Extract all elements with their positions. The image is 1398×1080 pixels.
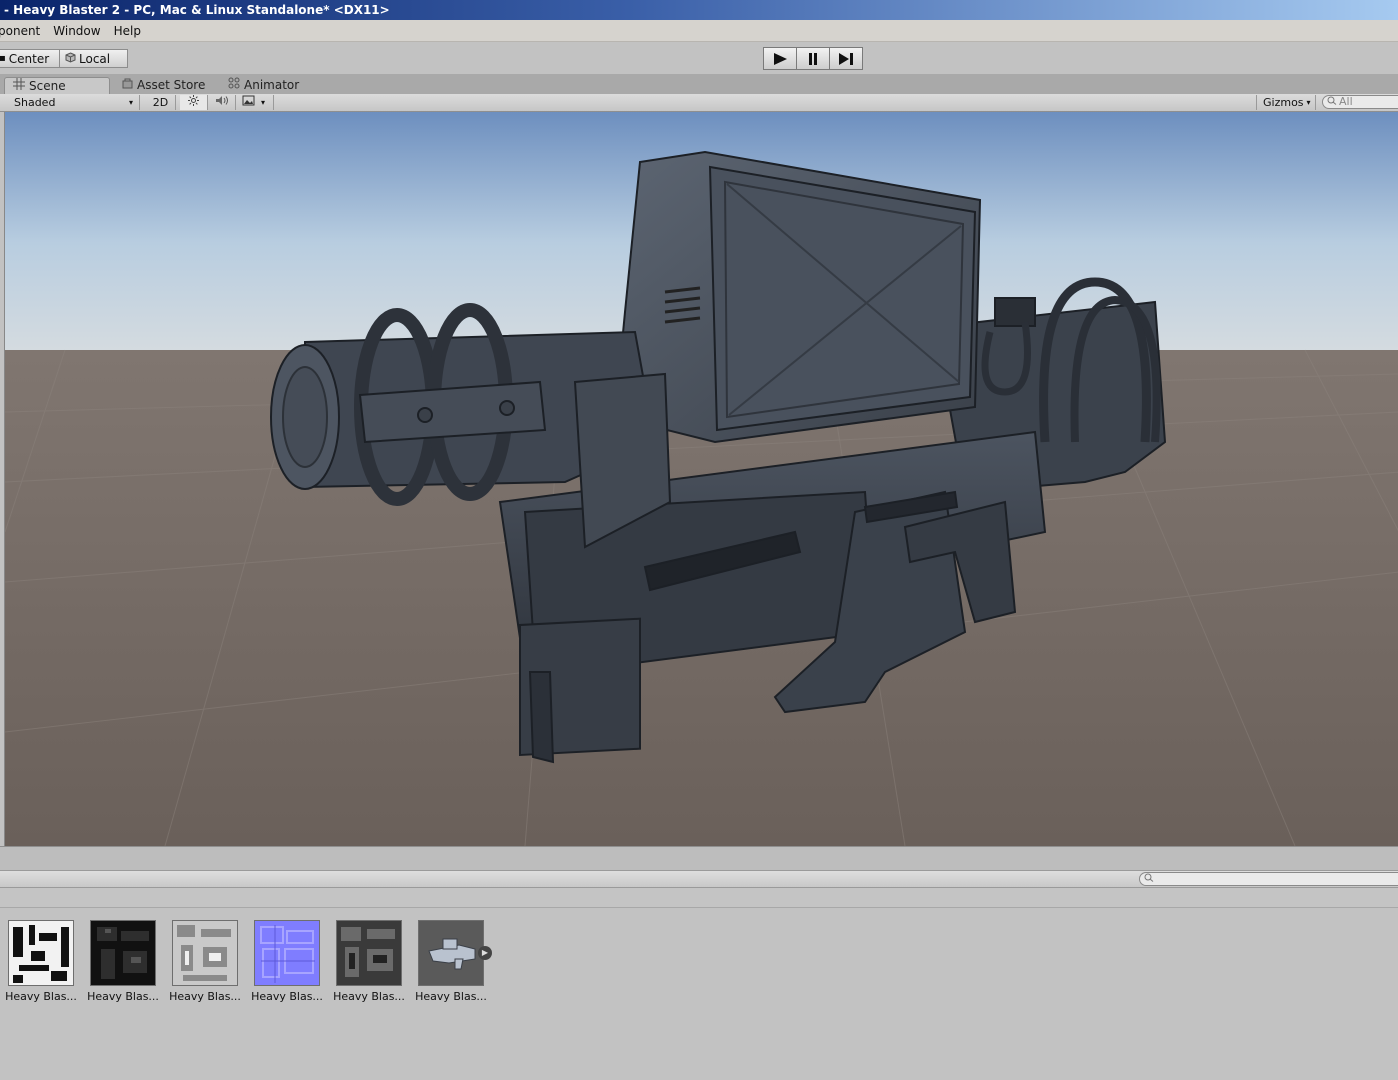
toggle-2d-label: 2D bbox=[152, 96, 169, 109]
roughness-texture-thumbnail bbox=[336, 920, 402, 986]
search-icon bbox=[1327, 96, 1337, 108]
effects-arrow-icon: ▾ bbox=[261, 98, 266, 107]
asset-label: Heavy Blas... bbox=[169, 990, 241, 1003]
project-breadcrumb-strip bbox=[0, 888, 1398, 908]
project-search-icon bbox=[1144, 873, 1154, 885]
main-toolbar: ▪ Center Local bbox=[0, 42, 1398, 74]
space-label: Local bbox=[79, 51, 111, 66]
lighting-toggle[interactable] bbox=[180, 95, 208, 110]
menu-help[interactable]: Help bbox=[114, 24, 141, 38]
editor-tabs: Scene Asset Store Animator bbox=[0, 74, 1398, 94]
asset-item[interactable]: Heavy Blas... bbox=[168, 920, 242, 1003]
project-search-input[interactable] bbox=[1139, 872, 1398, 886]
speaker-icon bbox=[215, 95, 229, 110]
scene-search-input[interactable]: All bbox=[1322, 95, 1398, 109]
store-icon bbox=[122, 77, 133, 94]
asset-label: Heavy Blas... bbox=[251, 990, 323, 1003]
tab-asset-store-label: Asset Store bbox=[137, 78, 206, 92]
animator-icon bbox=[228, 77, 240, 94]
asset-label: Heavy Blas... bbox=[87, 990, 159, 1003]
pivot-icon: ▪ bbox=[0, 52, 6, 64]
menu-bar: ponent Window Help bbox=[0, 20, 1398, 42]
pause-button[interactable] bbox=[796, 47, 830, 70]
normal-map-thumbnail bbox=[254, 920, 320, 986]
asset-label: Heavy Blas... bbox=[415, 990, 487, 1003]
gizmos-label: Gizmos bbox=[1263, 96, 1304, 109]
panel-divider[interactable] bbox=[0, 846, 1398, 870]
playback-controls bbox=[763, 47, 863, 70]
pivot-label: Center bbox=[8, 51, 50, 66]
asset-label: Heavy Blas... bbox=[333, 990, 405, 1003]
step-icon bbox=[839, 52, 853, 65]
toggle-2d-button[interactable]: 2D bbox=[146, 95, 176, 110]
draw-mode-label: Shaded bbox=[14, 96, 56, 109]
pivot-center-button[interactable]: ▪ Center bbox=[0, 49, 60, 68]
model-prefab-thumbnail bbox=[418, 920, 484, 986]
play-icon bbox=[774, 52, 787, 65]
space-local-button[interactable]: Local bbox=[59, 49, 128, 68]
asset-item[interactable]: Heavy Blas... bbox=[332, 920, 406, 1003]
asset-item[interactable]: Heavy Blas... bbox=[4, 920, 78, 1003]
tab-asset-store[interactable]: Asset Store bbox=[122, 77, 205, 94]
cube-icon bbox=[65, 50, 76, 68]
asset-item[interactable]: ▶ Heavy Blas... bbox=[414, 920, 492, 1003]
project-assets-grid: Heavy Blas... Heavy Blas... Heavy Blas..… bbox=[0, 908, 1398, 1080]
pause-icon bbox=[809, 52, 817, 65]
tab-animator-label: Animator bbox=[244, 78, 300, 92]
effects-dropdown[interactable]: ▾ bbox=[236, 95, 274, 110]
asset-item[interactable]: Heavy Blas... bbox=[250, 920, 324, 1003]
dropdown-arrow-icon: ▾ bbox=[128, 98, 133, 107]
asset-label: Heavy Blas... bbox=[5, 990, 77, 1003]
gizmos-dropdown[interactable]: Gizmos ▾ bbox=[1256, 95, 1316, 110]
tab-animator[interactable]: Animator bbox=[228, 77, 299, 94]
albedo-texture-thumbnail bbox=[8, 920, 74, 986]
image-effects-icon bbox=[242, 95, 255, 110]
play-button[interactable] bbox=[763, 47, 797, 70]
expand-arrow-icon[interactable]: ▶ bbox=[478, 946, 492, 960]
draw-mode-dropdown[interactable]: Shaded ▾ bbox=[8, 95, 140, 110]
scene-viewport[interactable] bbox=[4, 112, 1398, 846]
gizmos-arrow-icon: ▾ bbox=[1306, 98, 1311, 107]
audio-toggle[interactable] bbox=[208, 95, 236, 110]
window-title: - Heavy Blaster 2 - PC, Mac & Linux Stan… bbox=[0, 0, 1398, 20]
ao-texture-thumbnail bbox=[172, 920, 238, 986]
asset-item[interactable]: Heavy Blas... bbox=[86, 920, 160, 1003]
scene-toolbar: Shaded ▾ 2D ▾ Gizmos ▾ All bbox=[0, 94, 1398, 112]
step-button[interactable] bbox=[829, 47, 863, 70]
grid-icon bbox=[13, 77, 25, 95]
scene-render bbox=[5, 112, 1398, 846]
tab-scene[interactable]: Scene bbox=[4, 77, 110, 94]
project-toolbar bbox=[0, 870, 1398, 888]
sun-icon bbox=[188, 95, 199, 110]
scene-search-placeholder: All bbox=[1339, 95, 1353, 108]
menu-component[interactable]: ponent bbox=[0, 24, 40, 38]
tab-scene-label: Scene bbox=[29, 78, 66, 93]
menu-window[interactable]: Window bbox=[53, 24, 100, 38]
metallic-texture-thumbnail bbox=[90, 920, 156, 986]
